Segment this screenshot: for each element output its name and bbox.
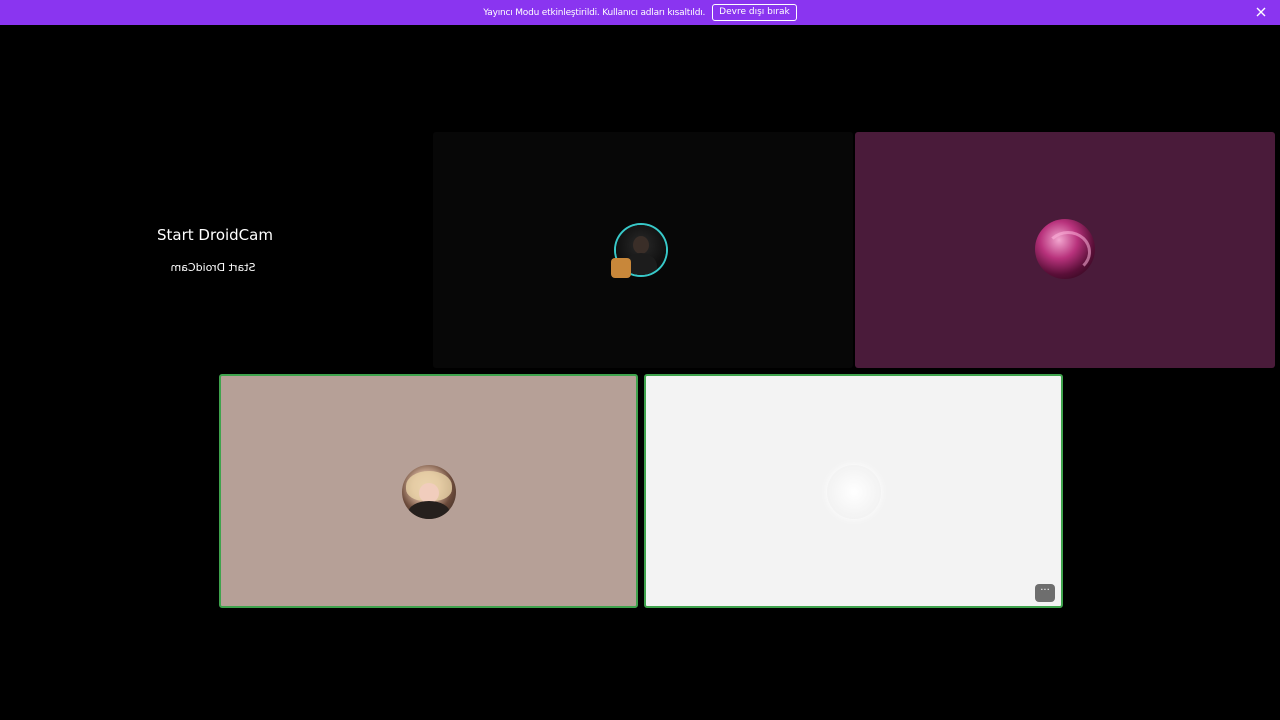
participant-tile-3[interactable] <box>219 374 638 608</box>
participant-4-avatar <box>827 465 881 519</box>
participant-tile-2[interactable] <box>855 132 1275 368</box>
streamer-mode-banner: Yayıncı Modu etkinleştirildi. Kullanıcı … <box>0 0 1280 25</box>
droidcam-mirrored-text: Start DroidCam <box>170 261 256 274</box>
disable-streamer-mode-button[interactable]: Devre dışı bırak <box>712 4 797 21</box>
close-icon[interactable] <box>1254 5 1268 19</box>
participant-2-avatar <box>1035 219 1095 279</box>
participant-tile-1[interactable] <box>433 132 853 368</box>
avatar-body <box>408 501 450 519</box>
avatar-swirl <box>1045 231 1091 273</box>
streamer-mode-message: Yayıncı Modu etkinleştirildi. Kullanıcı … <box>483 7 706 18</box>
avatar-head <box>633 236 649 254</box>
droidcam-title: Start DroidCam <box>157 226 273 244</box>
more-options-button[interactable]: ··· <box>1035 584 1055 602</box>
participant-tile-4[interactable]: ··· <box>644 374 1063 608</box>
avatar-face <box>419 483 439 503</box>
avatar-decoration-badge <box>611 258 631 278</box>
droidcam-video-tile[interactable]: Start DroidCam Start DroidCam <box>0 132 430 368</box>
participant-3-avatar <box>402 465 456 519</box>
